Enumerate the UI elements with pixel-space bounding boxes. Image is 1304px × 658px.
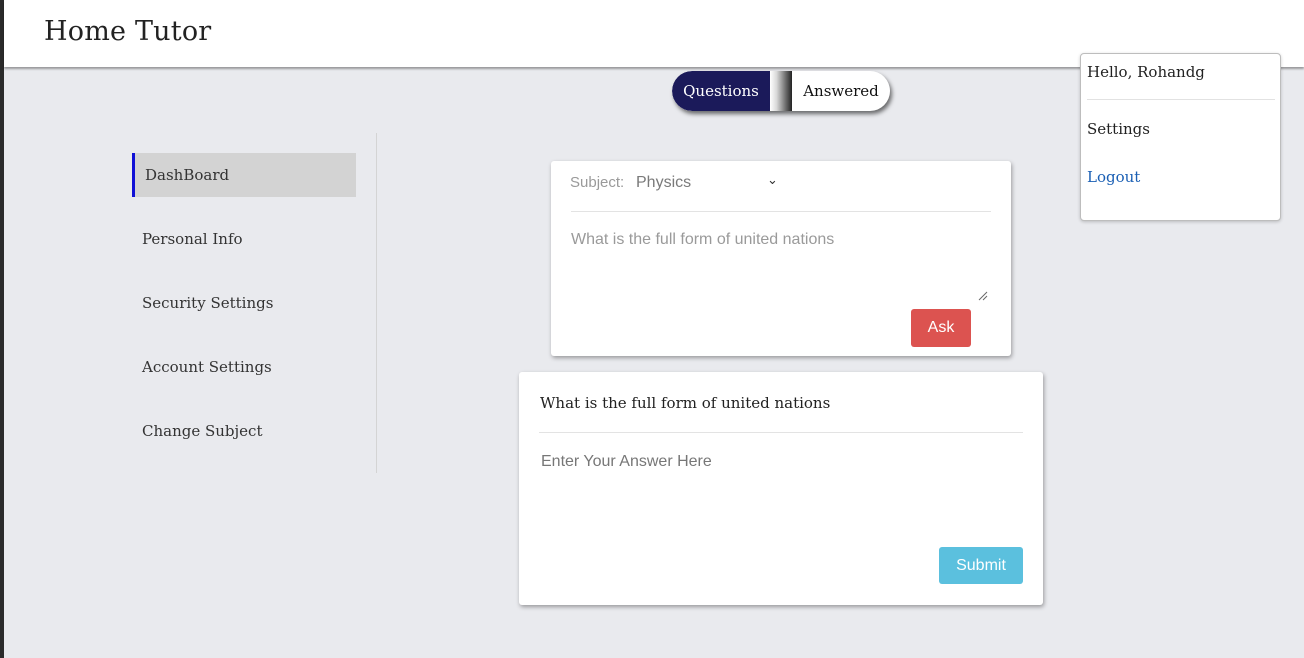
window-edge: [0, 0, 4, 658]
subject-label: Subject:: [570, 174, 625, 191]
chevron-down-icon[interactable]: ⌄: [767, 173, 778, 188]
question-input[interactable]: What is the full form of united nations: [571, 231, 989, 303]
sidebar-item-security-settings[interactable]: Security Settings: [132, 281, 356, 325]
card-divider: [571, 211, 991, 212]
questions-answered-toggle[interactable]: Questions Answered: [672, 71, 890, 111]
tab-answered[interactable]: Answered: [792, 71, 890, 111]
resize-handle-icon[interactable]: [978, 291, 988, 301]
answer-input[interactable]: Enter Your Answer Here: [541, 453, 1021, 513]
ask-button[interactable]: Ask: [911, 309, 971, 347]
toggle-divider: [770, 71, 792, 111]
sidebar-item-dashboard[interactable]: DashBoard: [132, 153, 356, 197]
subject-select[interactable]: Physics: [636, 174, 691, 192]
sidebar-item-personal-info[interactable]: Personal Info: [132, 217, 356, 261]
sidebar-item-account-settings[interactable]: Account Settings: [132, 345, 356, 389]
sidebar-divider: [376, 133, 377, 473]
ask-question-card: Subject: Physics ⌄ What is the full form…: [551, 161, 1011, 356]
menu-item-logout[interactable]: Logout: [1087, 168, 1140, 186]
menu-item-settings[interactable]: Settings: [1087, 120, 1150, 138]
question-text: What is the full form of united nations: [540, 394, 831, 412]
answer-question-card: What is the full form of united nations …: [519, 372, 1043, 605]
submit-button[interactable]: Submit: [939, 547, 1023, 584]
card-divider: [539, 432, 1023, 433]
menu-divider: [1087, 99, 1275, 100]
sidebar-item-change-subject[interactable]: Change Subject: [132, 409, 356, 453]
user-greeting: Hello, Rohandg: [1087, 63, 1205, 81]
user-dropdown-menu: Hello, Rohandg Settings Logout: [1080, 53, 1281, 221]
tab-questions[interactable]: Questions: [672, 71, 770, 111]
brand-title[interactable]: Home Tutor: [44, 16, 211, 47]
